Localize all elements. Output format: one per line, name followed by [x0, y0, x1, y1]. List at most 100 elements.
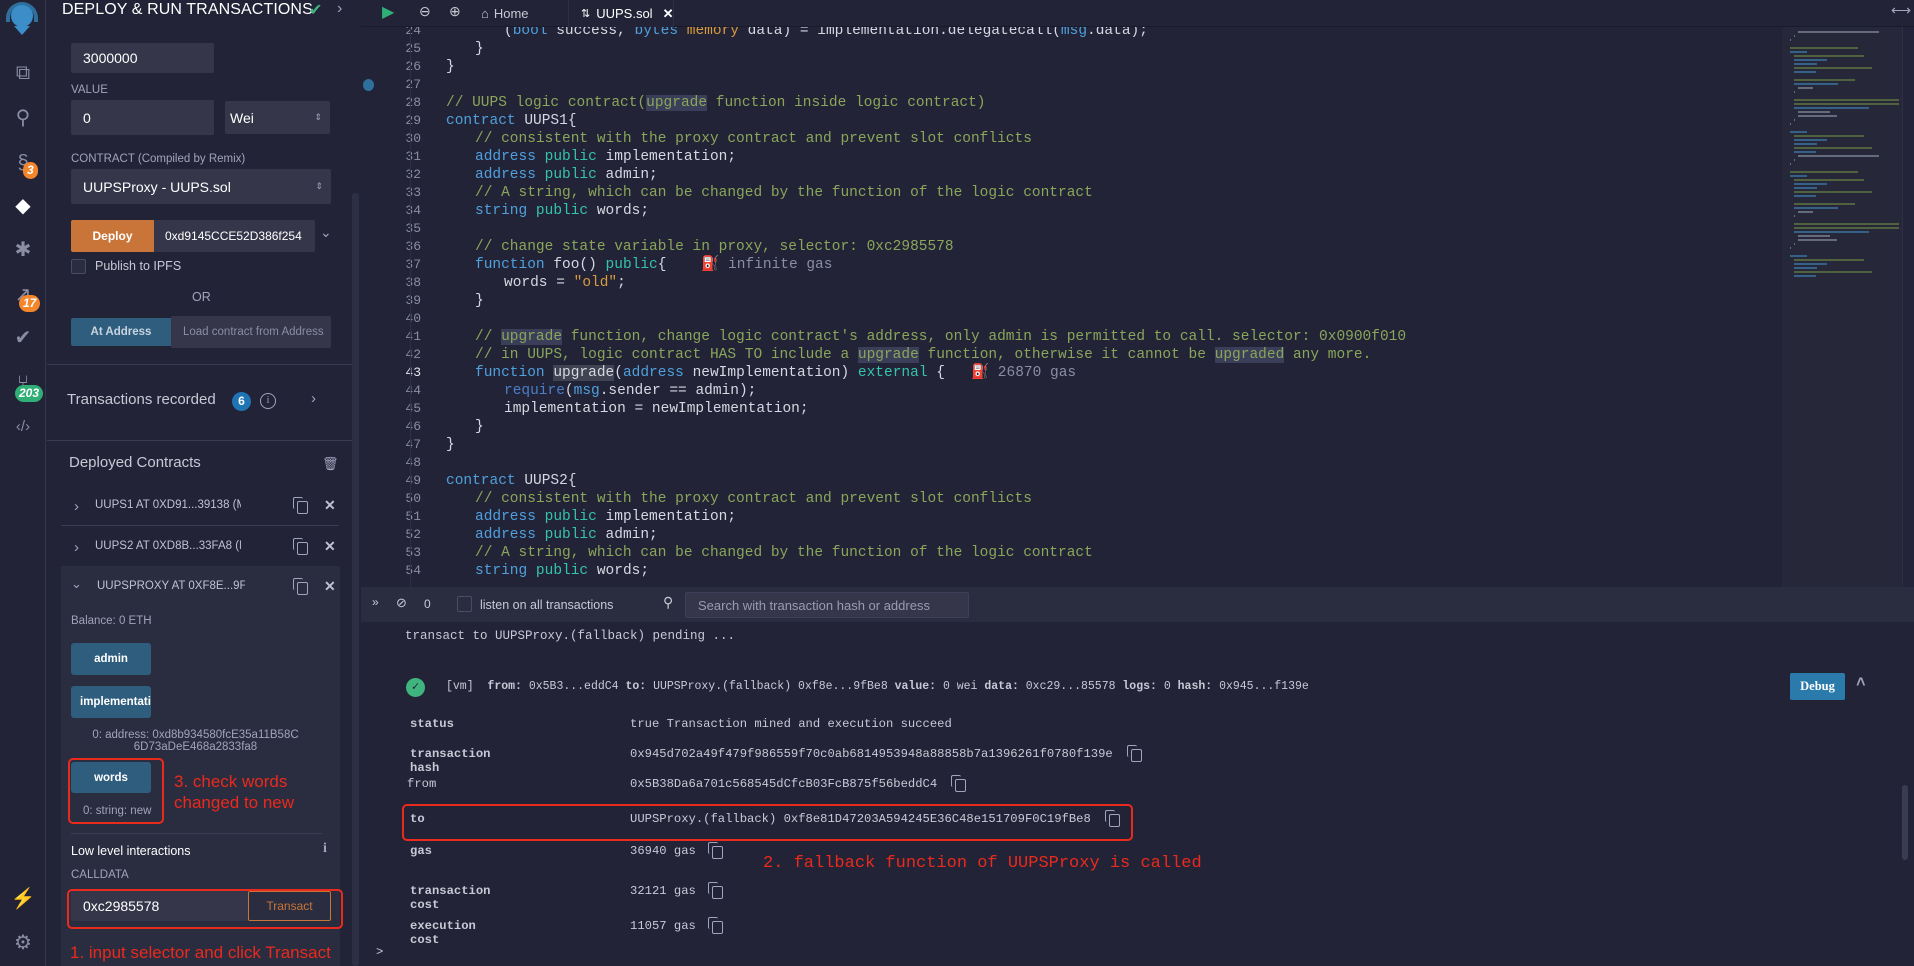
code-line[interactable]: }: [475, 292, 1776, 310]
debug-button[interactable]: Debug: [1790, 673, 1845, 700]
close-icon[interactable]: ✕: [324, 538, 336, 555]
copy-icon[interactable]: [293, 497, 308, 514]
code-line[interactable]: implementation = newImplementation;: [504, 400, 1776, 418]
sourcify-icon[interactable]: ‹/›: [10, 414, 36, 440]
deploy-run-icon[interactable]: ◆: [10, 193, 36, 219]
deployed-contract-uups1[interactable]: › UUPS1 AT 0XD91...39138 (MEMORY) ✕: [61, 496, 339, 524]
line-number[interactable]: 42: [381, 346, 421, 364]
code-line[interactable]: }: [475, 418, 1776, 436]
chevron-up-icon[interactable]: ˄: [1856, 674, 1866, 692]
code-line[interactable]: words = "old";: [504, 274, 1776, 292]
collapse-terminal-icon[interactable]: »: [372, 595, 379, 609]
code-line[interactable]: [446, 310, 1776, 328]
publish-ipfs-checkbox[interactable]: [71, 259, 86, 274]
unit-testing-icon[interactable]: ✔: [10, 325, 36, 351]
info-icon[interactable]: i: [260, 393, 276, 409]
unit-select[interactable]: Wei ⇕: [225, 101, 330, 134]
line-number[interactable]: 32: [381, 166, 421, 184]
minimap[interactable]: [1782, 27, 1902, 587]
expand-icon[interactable]: ⟷: [1891, 2, 1911, 19]
run-icon[interactable]: ▶: [382, 2, 394, 22]
code-line[interactable]: // consistent with the proxy contract an…: [475, 130, 1776, 148]
contract-row-label[interactable]: UUPSPROXY AT 0XF8E...9FBE8 (MEMORY): [97, 580, 245, 592]
zoom-out-icon[interactable]: ⊖: [419, 3, 431, 20]
code-line[interactable]: }: [475, 40, 1776, 58]
line-number[interactable]: 37: [381, 256, 421, 274]
code-line[interactable]: address public admin;: [475, 166, 1776, 184]
terminal-scrollbar[interactable]: [1902, 785, 1908, 860]
close-icon[interactable]: ✕: [324, 578, 336, 595]
copy-icon[interactable]: [1127, 745, 1143, 762]
line-number[interactable]: 33: [381, 184, 421, 202]
code-line[interactable]: function upgrade(address newImplementati…: [475, 364, 1776, 382]
at-address-input[interactable]: Load contract from Address: [171, 316, 331, 348]
code-area[interactable]: 24 (bool success, bytes memory data) = im…: [361, 0, 1776, 587]
tx-summary[interactable]: [vm] from: 0x5B3...eddC4 to: UUPSProxy.(…: [446, 680, 1309, 693]
chevron-right-icon[interactable]: ›: [74, 539, 79, 556]
copy-icon[interactable]: [293, 538, 308, 555]
line-number[interactable]: 38: [381, 274, 421, 292]
remix-logo-icon[interactable]: [2, 0, 42, 35]
line-number[interactable]: 43: [381, 364, 421, 382]
terminal-search-input[interactable]: Search with transaction hash or address: [685, 592, 969, 618]
breakpoint-marker[interactable]: [363, 79, 374, 91]
line-number[interactable]: 49: [381, 472, 421, 490]
chevron-down-icon[interactable]: ⌄: [71, 576, 82, 592]
copy-icon[interactable]: [293, 578, 308, 595]
code-line[interactable]: string public words;: [475, 562, 1776, 580]
copy-icon[interactable]: [708, 842, 724, 859]
line-number[interactable]: 34: [381, 202, 421, 220]
code-line[interactable]: // change state variable in proxy, selec…: [475, 238, 1776, 256]
tab-uups-sol[interactable]: ⇅ UUPS.sol ✕: [568, 0, 674, 27]
implementation-button[interactable]: implementation: [71, 686, 151, 718]
code-line[interactable]: [446, 220, 1776, 238]
gas-limit-input[interactable]: 3000000: [71, 43, 214, 73]
line-number[interactable]: 50: [381, 490, 421, 508]
line-number[interactable]: 44: [381, 382, 421, 400]
code-line[interactable]: [446, 454, 1776, 472]
code-line[interactable]: contract UUPS1{: [446, 112, 1776, 130]
chevron-right-icon[interactable]: ›: [311, 390, 316, 407]
code-line[interactable]: // A string, which can be changed by the…: [475, 544, 1776, 562]
deployed-contract-uups2[interactable]: › UUPS2 AT 0XD8B...33FA8 (MEMORY) ✕: [61, 537, 339, 565]
code-line[interactable]: address public admin;: [475, 526, 1776, 544]
deploy-args-input[interactable]: 0xd9145CCE52D386f254: [154, 220, 315, 252]
chevron-down-icon[interactable]: ⌄: [320, 224, 332, 241]
search-icon[interactable]: ⚲: [10, 105, 36, 131]
code-line[interactable]: // consistent with the proxy contract an…: [475, 490, 1776, 508]
copy-icon[interactable]: [950, 775, 966, 792]
copy-icon[interactable]: [708, 882, 724, 899]
copy-icon[interactable]: [708, 917, 724, 934]
code-line[interactable]: [446, 76, 1776, 94]
line-number[interactable]: 25: [381, 40, 421, 58]
listen-checkbox[interactable]: [457, 596, 472, 612]
line-number[interactable]: 29: [381, 112, 421, 130]
transactions-recorded-label[interactable]: Transactions recorded: [67, 391, 216, 408]
line-number[interactable]: 51: [381, 508, 421, 526]
line-number[interactable]: 46: [381, 418, 421, 436]
close-tab-icon[interactable]: ✕: [663, 6, 674, 22]
line-number[interactable]: 47: [381, 436, 421, 454]
file-explorer-icon[interactable]: ⧉: [10, 60, 36, 86]
plugin-manager-icon[interactable]: ⚡: [10, 886, 36, 912]
line-number[interactable]: 45: [381, 400, 421, 418]
code-editor[interactable]: 24 (bool success, bytes memory data) = im…: [361, 0, 1914, 587]
line-number[interactable]: 27: [381, 76, 421, 94]
line-number[interactable]: 31: [381, 148, 421, 166]
info-icon[interactable]: i: [323, 841, 327, 857]
close-icon[interactable]: ✕: [324, 497, 336, 514]
code-line[interactable]: }: [446, 436, 1776, 454]
settings-icon[interactable]: ⚙: [10, 930, 36, 956]
value-input[interactable]: 0: [71, 100, 214, 135]
line-number[interactable]: 48: [381, 454, 421, 472]
line-number[interactable]: 26: [381, 58, 421, 76]
line-number[interactable]: 52: [381, 526, 421, 544]
line-number[interactable]: 36: [381, 238, 421, 256]
code-line[interactable]: contract UUPS2{: [446, 472, 1776, 490]
code-line[interactable]: // in UUPS, logic contract HAS TO includ…: [475, 346, 1776, 364]
line-number[interactable]: 41: [381, 328, 421, 346]
terminal-prompt[interactable]: >: [376, 945, 383, 959]
deploy-button[interactable]: Deploy: [71, 220, 154, 252]
code-line[interactable]: function foo() public{ ⛽ infinite gas: [475, 256, 1776, 274]
line-number[interactable]: 40: [381, 310, 421, 328]
